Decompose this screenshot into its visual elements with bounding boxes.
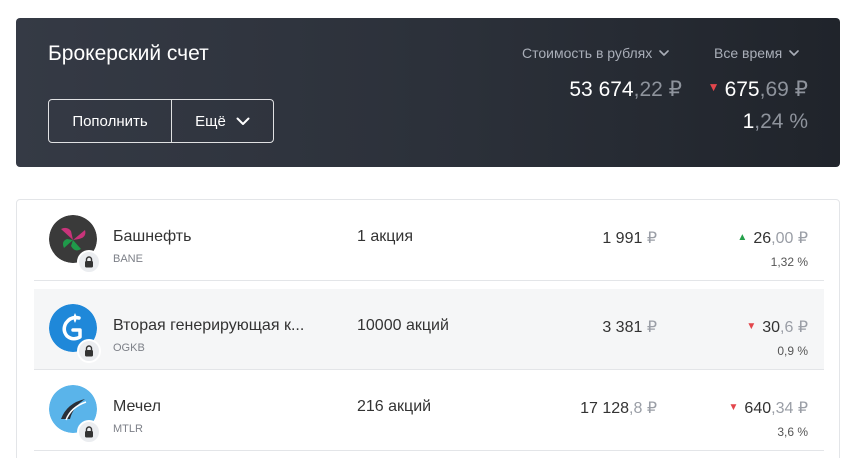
triangle-down-icon: ▼	[728, 401, 739, 413]
position-quantity: 10000 акций	[357, 317, 449, 334]
account-title: Брокерский счет	[48, 42, 209, 65]
price-frac: ,8 ₽	[629, 400, 657, 417]
change-int: 26	[753, 230, 772, 247]
change-int: 675	[724, 78, 760, 101]
position-ticker: OGKB	[113, 342, 145, 354]
position-change: ▼ 30,6 ₽	[746, 317, 808, 337]
lock-icon	[77, 420, 101, 444]
position-row-ogkb[interactable]: Вторая генерирующая к... OGKB 10000 акци…	[34, 289, 824, 370]
position-row-mtlr[interactable]: Мечел MTLR 216 акций 17 128,8 ₽ ▼ 640,34…	[34, 370, 824, 451]
lock-icon	[77, 250, 101, 274]
change-frac: ,00 ₽	[771, 230, 808, 247]
position-change: ▲ 26,00 ₽	[737, 228, 808, 248]
price-int: 3 381	[602, 319, 643, 336]
change-pct-frac: ,24 %	[754, 110, 808, 133]
price-frac: ₽	[642, 319, 657, 336]
price-int: 17 128	[580, 400, 630, 417]
position-name: Вторая генерирующая к...	[113, 317, 305, 334]
value-currency-label: Стоимость в рублях	[522, 45, 653, 61]
position-quantity: 216 акций	[357, 398, 432, 415]
position-ticker: MTLR	[113, 423, 143, 435]
period-selector[interactable]: Все время	[714, 45, 800, 61]
account-header: Брокерский счет Пополнить Ещё Стоимость …	[16, 18, 840, 167]
change-frac: ,34 ₽	[771, 400, 808, 417]
portfolio-change-value: ▼ 675,69 ₽	[708, 77, 808, 102]
triangle-down-icon: ▼	[746, 320, 757, 332]
total-frac: ,22 ₽	[633, 78, 682, 101]
more-button[interactable]: Ещё	[172, 100, 273, 142]
price-frac: ₽	[642, 230, 657, 247]
position-price: 1 991 ₽	[602, 228, 657, 248]
chevron-down-icon	[236, 117, 250, 125]
period-label: Все время	[714, 45, 783, 61]
position-change-percent: 1,32 %	[770, 255, 808, 269]
triangle-up-icon: ▲	[737, 231, 748, 243]
change-int: 30	[762, 319, 781, 336]
position-ticker: BANE	[113, 253, 143, 265]
total-int: 53 674	[569, 78, 634, 101]
value-currency-selector[interactable]: Стоимость в рублях	[522, 45, 670, 61]
price-int: 1 991	[602, 230, 643, 247]
portfolio-total-value: 53 674,22 ₽	[569, 77, 682, 102]
position-change-percent: 0,9 %	[777, 344, 808, 358]
triangle-down-icon: ▼	[707, 79, 720, 94]
deposit-button[interactable]: Пополнить	[49, 100, 172, 142]
position-price: 3 381 ₽	[602, 317, 657, 337]
position-quantity: 1 акция	[357, 228, 414, 245]
position-price: 17 128,8 ₽	[580, 398, 657, 418]
chevron-down-icon	[659, 50, 670, 56]
change-pct-int: 1	[742, 110, 755, 133]
more-label: Ещё	[195, 112, 226, 130]
chevron-down-icon	[789, 50, 800, 56]
lock-icon	[77, 339, 101, 363]
portfolio-change-percent: 1,24 %	[743, 110, 808, 134]
change-frac: ,6 ₽	[780, 319, 808, 336]
position-name: Мечел	[113, 398, 161, 415]
change-int: 640	[744, 400, 772, 417]
position-change: ▼ 640,34 ₽	[729, 398, 808, 418]
account-actions: Пополнить Ещё	[48, 99, 274, 143]
position-name: Башнефть	[113, 228, 192, 245]
position-change-percent: 3,6 %	[777, 425, 808, 439]
position-row-bane[interactable]: Башнефть BANE 1 акция 1 991 ₽ ▲ 26,00 ₽ …	[34, 200, 824, 281]
change-frac: ,69 ₽	[759, 78, 808, 101]
positions-list: Башнефть BANE 1 акция 1 991 ₽ ▲ 26,00 ₽ …	[16, 199, 840, 458]
